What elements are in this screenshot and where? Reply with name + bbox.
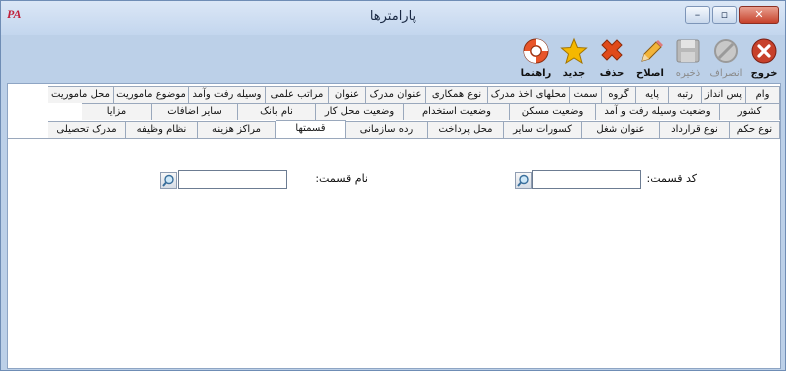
tab-position[interactable]: سمت	[570, 86, 602, 103]
exit-icon	[751, 38, 777, 64]
parameters-panel: وام پس انداز رتبه پایه گروه سمت محلهای ا…	[7, 83, 781, 369]
new-label: جدید	[562, 68, 586, 79]
delete-icon	[601, 39, 623, 61]
window-title: پارامترها	[369, 9, 417, 24]
tab-title[interactable]: عنوان	[329, 86, 366, 103]
tab-education-degree[interactable]: مدرک تحصیلی	[48, 121, 126, 138]
tab-decree-type[interactable]: نوع حکم	[730, 121, 780, 138]
tab-benefits[interactable]: مزایا	[82, 103, 152, 120]
tab-degree-places[interactable]: محلهای اخذ مدرک	[488, 86, 570, 103]
tab-other-additions[interactable]: سایر اضافات	[152, 103, 238, 120]
tab-org-level[interactable]: رده سازمانی	[346, 121, 428, 138]
exit-label: خروج	[750, 68, 778, 79]
department-code-lookup-button[interactable]	[515, 172, 532, 189]
tab-row-3: نوع حکم نوع قرارداد عنوان شغل کسورات سای…	[8, 120, 780, 138]
tab-grade[interactable]: پایه	[636, 86, 669, 103]
tab-row-2: کشور وضعیت وسیله رفت و آمد وضعیت مسکن وض…	[8, 103, 780, 120]
save-icon	[676, 39, 700, 63]
tab-loan[interactable]: وام	[746, 86, 780, 103]
magnifier-icon	[517, 174, 529, 187]
tab-transport-vehicle[interactable]: وسیله رفت وآمد	[189, 86, 266, 103]
tab-workplace-status[interactable]: وضعیت محل کار	[316, 103, 404, 120]
exit-button[interactable]: خروج	[745, 35, 783, 81]
tab-transport-status[interactable]: وضعیت وسیله رفت و آمد	[596, 103, 720, 120]
departments-tab-panel: کد قسمت: نام قسمت:	[8, 138, 780, 368]
tab-cost-centers[interactable]: مراکز هزینه	[198, 121, 276, 138]
star-icon	[560, 37, 588, 65]
save-button[interactable]: ذخیره	[669, 35, 707, 81]
delete-label: حذف	[599, 68, 625, 79]
tab-payment-place[interactable]: محل پرداخت	[428, 121, 504, 138]
title-bar[interactable]: PA پارامترها – ▫ ✕	[1, 1, 785, 35]
tab-degree-title[interactable]: عنوان مدرک	[366, 86, 426, 103]
toolbar: خروج انصراف ذخیره اصلاح حذف جدید راهنما	[517, 35, 783, 81]
help-label: راهنما	[520, 68, 552, 79]
help-button[interactable]: راهنما	[517, 35, 555, 81]
tab-row-1: وام پس انداز رتبه پایه گروه سمت محلهای ا…	[8, 86, 780, 103]
tab-cooperation-type[interactable]: نوع همکاری	[426, 86, 488, 103]
tab-academic-ranks[interactable]: مراتب علمی	[266, 86, 329, 103]
department-name-lookup-button[interactable]	[160, 172, 177, 189]
tab-departments[interactable]: قسمتها	[276, 120, 346, 138]
minimize-icon[interactable]: –	[685, 6, 710, 24]
magnifier-icon	[162, 174, 174, 187]
tab-group[interactable]: گروه	[602, 86, 636, 103]
tab-housing-status[interactable]: وضعیت مسکن	[510, 103, 596, 120]
tab-rank[interactable]: رتبه	[669, 86, 702, 103]
tab-savings[interactable]: پس انداز	[702, 86, 746, 103]
edit-button[interactable]: اصلاح	[631, 35, 669, 81]
tab-bank-name[interactable]: نام بانک	[238, 103, 316, 120]
tab-country[interactable]: کشور	[720, 103, 780, 120]
save-label: ذخیره	[675, 68, 701, 79]
department-name-field[interactable]	[178, 170, 287, 189]
tab-contract-type[interactable]: نوع قرارداد	[660, 121, 730, 138]
new-button[interactable]: جدید	[555, 35, 593, 81]
department-code-field[interactable]	[532, 170, 641, 189]
lifebuoy-icon	[523, 38, 549, 64]
tab-mission-subject[interactable]: موضوع ماموریت	[114, 86, 189, 103]
tab-military-service[interactable]: نظام وظیفه	[126, 121, 198, 138]
app-window: PA پارامترها – ▫ ✕ خروج انصراف ذخیره اصل…	[0, 0, 786, 371]
tab-job-title[interactable]: عنوان شغل	[582, 121, 660, 138]
pencil-icon	[641, 40, 663, 62]
maximize-icon[interactable]: ▫	[712, 6, 737, 24]
cancel-button[interactable]: انصراف	[707, 35, 745, 81]
tab-employment-status[interactable]: وضعیت استخدام	[404, 103, 510, 120]
cancel-label: انصراف	[709, 68, 743, 79]
close-icon[interactable]: ✕	[739, 6, 779, 24]
cancel-icon	[714, 39, 738, 63]
edit-label: اصلاح	[636, 68, 664, 79]
delete-button[interactable]: حذف	[593, 35, 631, 81]
department-name-label: نام قسمت:	[315, 172, 368, 185]
tab-mission-place[interactable]: محل ماموریت	[48, 86, 114, 103]
tab-other-deductions[interactable]: کسورات سایر	[504, 121, 582, 138]
department-code-label: کد قسمت:	[646, 172, 697, 185]
